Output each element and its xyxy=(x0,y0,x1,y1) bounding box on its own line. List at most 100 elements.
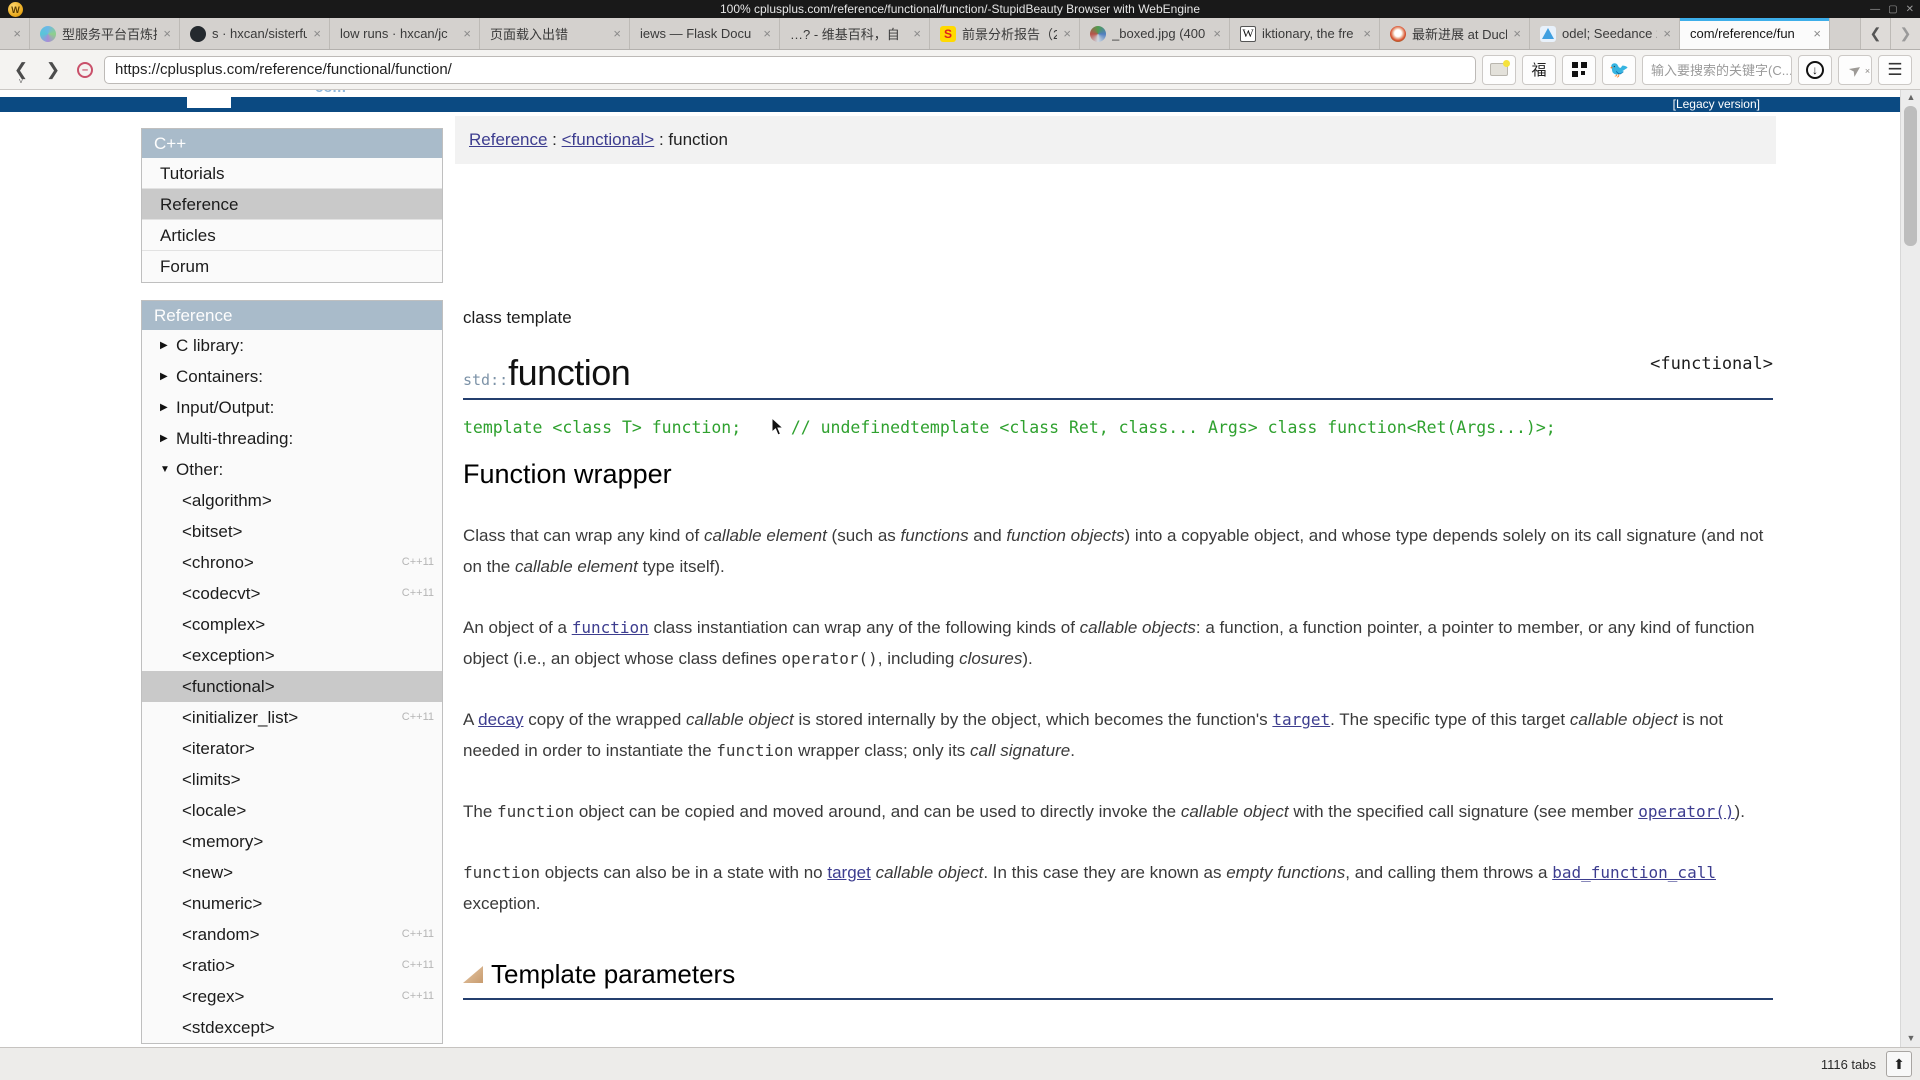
tab-close-icon[interactable]: × xyxy=(613,26,621,41)
tab[interactable]: odel; Seedance 2× xyxy=(1530,18,1680,49)
sidebar-item-initializer_list[interactable]: <initializer_list>C++11 xyxy=(142,702,442,733)
stop-button[interactable]: – xyxy=(72,57,98,83)
sidebar-item-tutorials[interactable]: Tutorials xyxy=(142,158,442,189)
session-upload-button[interactable]: ⬆ xyxy=(1886,1051,1912,1077)
sidebar-item-stdexcept[interactable]: <stdexcept> xyxy=(142,1012,442,1043)
tab-close-icon[interactable]: × xyxy=(1063,26,1071,41)
tab-close-icon[interactable]: × xyxy=(1363,26,1371,41)
h2-function-wrapper: Function wrapper xyxy=(463,459,1773,490)
sidebar-item-input/output[interactable]: ▶Input/Output: xyxy=(142,392,442,423)
search-input[interactable]: 输入要搜索的关键字(C... xyxy=(1642,55,1792,85)
tab-close-icon[interactable]: × xyxy=(1213,26,1221,41)
sidebar-item-algorithm[interactable]: <algorithm> xyxy=(142,485,442,516)
sidebar-item-complex[interactable]: <complex> xyxy=(142,609,442,640)
tab[interactable]: S前景分析报告（2× xyxy=(930,18,1080,49)
tab[interactable]: s · hxcan/sisterfu× xyxy=(180,18,330,49)
twitter-share-button[interactable]: 🐦 xyxy=(1602,55,1636,85)
breadcrumb-link[interactable]: Reference xyxy=(469,130,547,150)
sidebar-item-containers[interactable]: ▶Containers: xyxy=(142,361,442,392)
sidebar-item-random[interactable]: <random>C++11 xyxy=(142,919,442,950)
url-text: https://cplusplus.com/reference/function… xyxy=(115,61,452,78)
sidebar-item-ratio[interactable]: <ratio>C++11 xyxy=(142,950,442,981)
legacy-version-link[interactable]: [Legacy version] xyxy=(1673,97,1760,112)
page-scrollbar[interactable]: ▲ ▼ xyxy=(1900,90,1920,1047)
link[interactable]: target xyxy=(827,863,870,882)
fu-button[interactable]: 福 xyxy=(1522,55,1556,85)
twitter-icon: 🐦 xyxy=(1609,60,1629,80)
tab-scroll-right-icon[interactable]: ❯ xyxy=(1890,18,1920,49)
sidebar-item-chrono[interactable]: <chrono>C++11 xyxy=(142,547,442,578)
minimize-icon[interactable]: — xyxy=(1870,4,1880,15)
tab-close-icon[interactable]: × xyxy=(1813,26,1821,41)
download-button[interactable]: ↓ xyxy=(1798,55,1832,85)
tab[interactable]: Wiktionary, the fre× xyxy=(1230,18,1380,49)
chevron-down-icon[interactable]: ▼ xyxy=(160,454,176,485)
scrollbar-thumb[interactable] xyxy=(1904,106,1917,246)
screenshot-button[interactable] xyxy=(1482,55,1516,85)
tab[interactable]: …? - 维基百科，自× xyxy=(780,18,930,49)
breadcrumb-link[interactable]: <functional> xyxy=(562,130,655,150)
tab-close-icon[interactable]: × xyxy=(1663,26,1671,41)
scrollbar-down-icon[interactable]: ▼ xyxy=(1901,1033,1920,1043)
sidebar-item-label: <functional> xyxy=(182,671,442,702)
italic-text: call signature xyxy=(970,741,1070,760)
sidebar-item-regex[interactable]: <regex>C++11 xyxy=(142,981,442,1012)
tab[interactable]: 型服务平台百炼控× xyxy=(30,18,180,49)
back-button[interactable]: ❮˅ xyxy=(8,57,34,83)
code-link[interactable]: operator() xyxy=(1638,802,1734,821)
sidebar-item-memory[interactable]: <memory> xyxy=(142,826,442,857)
sidebar-item-forum[interactable]: Forum xyxy=(142,251,442,282)
code-link[interactable]: function xyxy=(572,618,649,637)
tab[interactable]: low runs · hxcan/jc× xyxy=(330,18,480,49)
chevron-right-icon[interactable]: ▶ xyxy=(160,423,176,454)
tab-close-icon[interactable]: × xyxy=(763,26,771,41)
tab-close-icon[interactable]: × xyxy=(163,26,171,41)
sidebar-item-articles[interactable]: Articles xyxy=(142,220,442,251)
tab[interactable]: iews — Flask Docu× xyxy=(630,18,780,49)
close-icon[interactable]: ✕ xyxy=(1906,4,1914,15)
tab[interactable]: com/reference/fun× xyxy=(1680,18,1830,49)
link[interactable]: decay xyxy=(478,710,523,729)
tab-close-icon[interactable]: × xyxy=(13,26,21,41)
tab-close-icon[interactable]: × xyxy=(913,26,921,41)
tab-close-icon[interactable]: × xyxy=(463,26,471,41)
sidebar-item-numeric[interactable]: <numeric> xyxy=(142,888,442,919)
tab[interactable]: 最新进展 at Duck× xyxy=(1380,18,1530,49)
sidebar-item-label: <memory> xyxy=(182,826,442,857)
sidebar-item-functional[interactable]: <functional> xyxy=(142,671,442,702)
tab[interactable]: _boxed.jpg (400× xyxy=(1080,18,1230,49)
sidebar-item-other[interactable]: ▼Other: xyxy=(142,454,442,485)
sidebar-item-multi-threading[interactable]: ▶Multi-threading: xyxy=(142,423,442,454)
italic-text: callable object xyxy=(1181,802,1289,821)
search-placeholder: 输入要搜索的关键字(C... xyxy=(1651,60,1792,79)
code-link[interactable]: target xyxy=(1272,710,1330,729)
sidebar-item-locale[interactable]: <locale> xyxy=(142,795,442,826)
sidebar-reference-box: Reference ▶C library:▶Containers:▶Input/… xyxy=(141,300,443,1044)
maximize-icon[interactable]: ▢ xyxy=(1888,4,1897,15)
tab-scroll-left-icon[interactable]: ❮ xyxy=(1860,18,1890,49)
sidebar-item-reference[interactable]: Reference xyxy=(142,189,442,220)
menu-button[interactable]: ☰ xyxy=(1878,55,1912,85)
tab-bar: ×型服务平台百炼控×s · hxcan/sisterfu×low runs · … xyxy=(0,18,1920,50)
sidebar-item-codecvt[interactable]: <codecvt>C++11 xyxy=(142,578,442,609)
tab-close-icon[interactable]: × xyxy=(1513,26,1521,41)
tab[interactable]: 页面载入出错× xyxy=(480,18,630,49)
code-link[interactable]: bad_function_call xyxy=(1552,863,1716,882)
sidebar-item-bitset[interactable]: <bitset> xyxy=(142,516,442,547)
tab[interactable]: × xyxy=(0,18,30,49)
sidebar-item-iterator[interactable]: <iterator> xyxy=(142,733,442,764)
sidebar-item-limits[interactable]: <limits> xyxy=(142,764,442,795)
chevron-right-icon[interactable]: ▶ xyxy=(160,361,176,392)
qr-code-button[interactable] xyxy=(1562,55,1596,85)
sidebar-item-exception[interactable]: <exception> xyxy=(142,640,442,671)
sidebar-item-new[interactable]: <new> xyxy=(142,857,442,888)
scrollbar-up-icon[interactable]: ▲ xyxy=(1901,92,1920,102)
sidebar-item-clibrary[interactable]: ▶C library: xyxy=(142,330,442,361)
forward-button[interactable]: ❯ xyxy=(40,57,66,83)
chevron-right-icon[interactable]: ▶ xyxy=(160,392,176,423)
tab-close-icon[interactable]: × xyxy=(313,26,321,41)
back-history-caret-icon[interactable]: ˅ xyxy=(19,77,24,86)
url-bar[interactable]: https://cplusplus.com/reference/function… xyxy=(104,56,1476,84)
chevron-right-icon[interactable]: ▶ xyxy=(160,330,176,361)
pointer-blocked-button[interactable]: ➤ xyxy=(1838,55,1872,85)
